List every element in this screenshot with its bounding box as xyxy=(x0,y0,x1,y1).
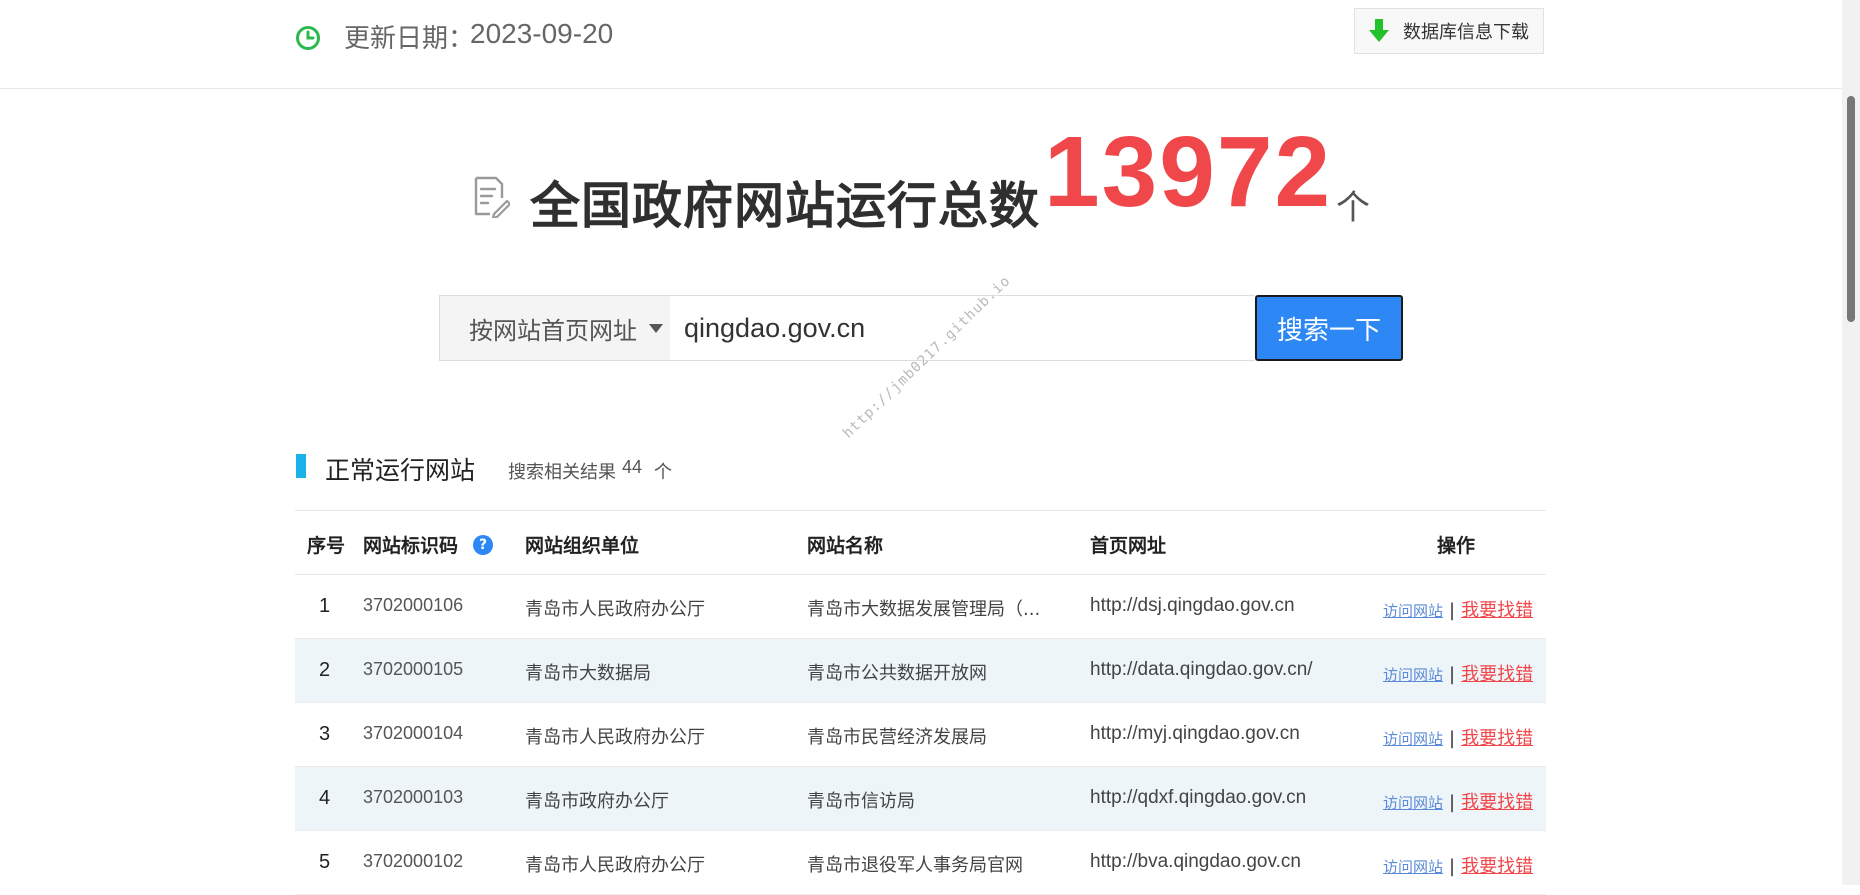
update-date-value: 2023-09-20 xyxy=(470,18,614,49)
update-date-label: 更新日期： xyxy=(344,24,475,54)
section-title: 正常运行网站 xyxy=(325,456,476,485)
row-actions: 访问网站 | 我要找错 xyxy=(1383,788,1533,814)
download-arrow-icon xyxy=(1369,19,1389,42)
row-index: 4 xyxy=(319,787,331,809)
visit-site-link[interactable]: 访问网站 xyxy=(1383,794,1443,812)
report-error-link[interactable]: 我要找错 xyxy=(1461,792,1533,813)
header-site-code: 网站标识码 xyxy=(363,535,459,557)
row-homepage-url: http://myj.qingdao.gov.cn xyxy=(1090,723,1300,744)
results-table: 序号 网站标识码 ? 网站组织单位 网站名称 首页网址 操作 1 3702000… xyxy=(295,510,1546,895)
row-homepage-url: http://data.qingdao.gov.cn/ xyxy=(1090,659,1313,680)
row-organization: 青岛市人民政府办公厅 xyxy=(525,727,705,748)
header-homepage-url: 首页网址 xyxy=(1090,535,1167,557)
result-count-label: 搜索相关结果 xyxy=(508,462,616,483)
action-separator: | xyxy=(1449,728,1456,749)
visit-site-link[interactable]: 访问网站 xyxy=(1383,602,1443,620)
row-actions: 访问网站 | 我要找错 xyxy=(1383,660,1533,686)
row-site-name: 青岛市公共数据开放网 xyxy=(807,663,987,684)
table-header: 序号 网站标识码 ? 网站组织单位 网站名称 首页网址 操作 xyxy=(295,510,1546,575)
row-actions: 访问网站 | 我要找错 xyxy=(1383,596,1533,622)
row-site-code: 3702000105 xyxy=(363,659,464,679)
row-site-code: 3702000106 xyxy=(363,595,464,615)
help-icon[interactable]: ? xyxy=(473,535,493,555)
document-edit-icon xyxy=(474,176,510,218)
database-download-button[interactable]: 数据库信息下载 xyxy=(1354,8,1544,54)
report-error-link[interactable]: 我要找错 xyxy=(1461,664,1533,685)
row-site-name: 青岛市大数据发展管理局（... xyxy=(807,599,1041,620)
report-error-link[interactable]: 我要找错 xyxy=(1461,600,1533,621)
header-actions: 操作 xyxy=(1437,535,1476,557)
table-row: 2 3702000105 青岛市大数据局 青岛市公共数据开放网 http://d… xyxy=(295,639,1546,703)
page-scrollbar[interactable] xyxy=(1842,0,1860,885)
result-count: 44 xyxy=(622,457,643,477)
visit-site-link[interactable]: 访问网站 xyxy=(1383,858,1443,876)
row-homepage-url: http://bva.qingdao.gov.cn xyxy=(1090,851,1301,872)
report-error-link[interactable]: 我要找错 xyxy=(1461,856,1533,877)
row-homepage-url: http://dsj.qingdao.gov.cn xyxy=(1090,595,1295,616)
search-button[interactable]: 搜索一下 xyxy=(1255,295,1403,361)
search-mode-select[interactable]: 按网站首页网址 xyxy=(439,295,670,361)
row-organization: 青岛市大数据局 xyxy=(525,663,651,684)
row-site-code: 3702000103 xyxy=(363,787,464,807)
table-row: 3 3702000104 青岛市人民政府办公厅 青岛市民营经济发展局 http:… xyxy=(295,703,1546,767)
download-label: 数据库信息下载 xyxy=(1403,22,1529,43)
row-index: 2 xyxy=(319,659,331,681)
action-separator: | xyxy=(1449,664,1456,685)
header-site-name: 网站名称 xyxy=(807,535,884,557)
table-row: 5 3702000102 青岛市人民政府办公厅 青岛市退役军人事务局官网 htt… xyxy=(295,831,1546,895)
row-organization: 青岛市人民政府办公厅 xyxy=(525,855,705,876)
row-site-name: 青岛市民营经济发展局 xyxy=(807,727,987,748)
row-actions: 访问网站 | 我要找错 xyxy=(1383,852,1533,878)
row-site-code: 3702000102 xyxy=(363,851,464,871)
scrollbar-thumb[interactable] xyxy=(1847,96,1855,322)
report-error-link[interactable]: 我要找错 xyxy=(1461,728,1533,749)
row-index: 1 xyxy=(319,595,331,617)
table-row: 1 3702000106 青岛市人民政府办公厅 青岛市大数据发展管理局（... … xyxy=(295,575,1546,639)
result-count-unit: 个 xyxy=(654,462,672,483)
row-site-code: 3702000104 xyxy=(363,723,464,743)
row-site-name: 青岛市退役军人事务局官网 xyxy=(807,855,1023,876)
visit-site-link[interactable]: 访问网站 xyxy=(1383,666,1443,684)
header-organization: 网站组织单位 xyxy=(525,535,640,557)
section-marker xyxy=(296,454,306,478)
row-index: 3 xyxy=(319,723,331,745)
row-site-name: 青岛市信访局 xyxy=(807,791,915,812)
total-count: 13972 xyxy=(1044,116,1333,228)
row-organization: 青岛市人民政府办公厅 xyxy=(525,599,705,620)
action-separator: | xyxy=(1449,600,1456,621)
caret-down-icon xyxy=(649,323,663,333)
visit-site-link[interactable]: 访问网站 xyxy=(1383,730,1443,748)
clock-icon xyxy=(296,26,320,50)
row-organization: 青岛市政府办公厅 xyxy=(525,791,669,812)
total-unit: 个 xyxy=(1336,188,1370,228)
table-row: 4 3702000103 青岛市政府办公厅 青岛市信访局 http://qdxf… xyxy=(295,767,1546,831)
row-actions: 访问网站 | 我要找错 xyxy=(1383,724,1533,750)
action-separator: | xyxy=(1449,856,1456,877)
top-bar: 更新日期： 2023-09-20 数据库信息下载 xyxy=(0,0,1842,89)
page-title: 全国政府网站运行总数 xyxy=(530,177,1040,235)
search-mode-label: 按网站首页网址 xyxy=(469,316,637,345)
header-index: 序号 xyxy=(307,535,346,557)
row-homepage-url: http://qdxf.qingdao.gov.cn xyxy=(1090,787,1307,808)
row-index: 5 xyxy=(319,851,331,873)
action-separator: | xyxy=(1449,792,1456,813)
